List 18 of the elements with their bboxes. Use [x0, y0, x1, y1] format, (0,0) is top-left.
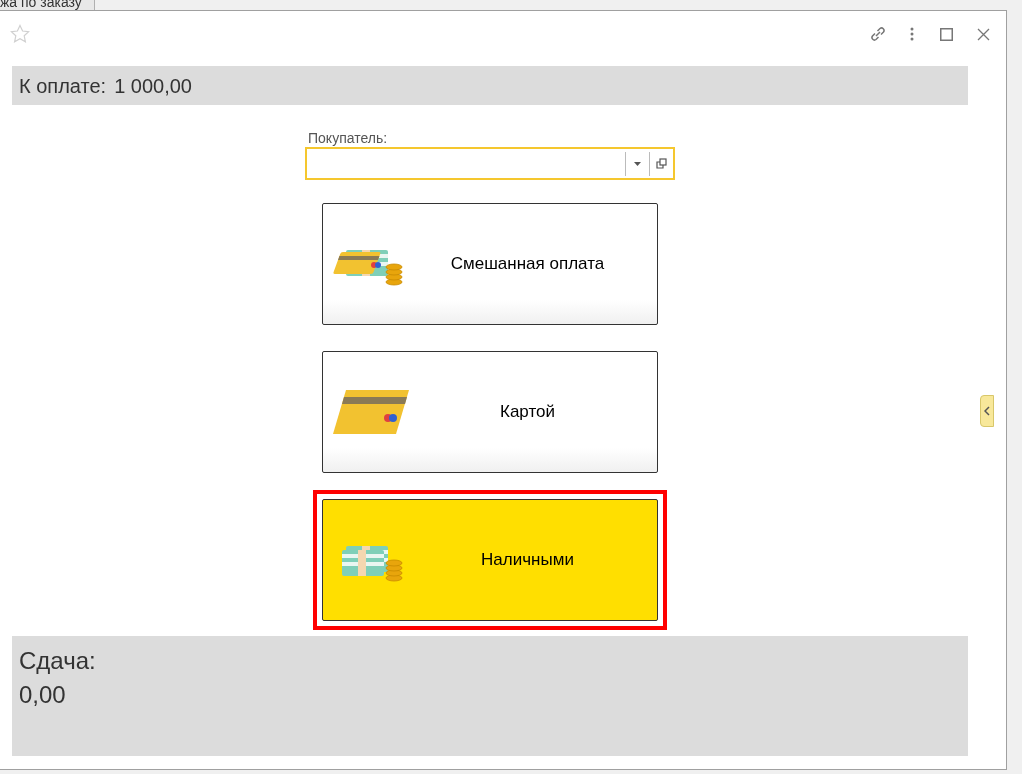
star-icon[interactable]: [10, 24, 30, 44]
collapse-handle[interactable]: [980, 395, 994, 427]
payment-option-button[interactable]: Картой: [322, 351, 658, 473]
maximize-icon[interactable]: [940, 27, 953, 41]
close-icon[interactable]: [977, 27, 990, 41]
payment-option-button[interactable]: Наличными: [322, 499, 658, 621]
open-icon[interactable]: [656, 158, 667, 169]
chevron-left-icon: [984, 406, 990, 416]
amount-due-label: К оплате:: [19, 73, 107, 99]
customer-field[interactable]: [305, 147, 675, 180]
dropdown-icon[interactable]: [634, 161, 641, 166]
link-icon[interactable]: [868, 24, 888, 44]
payment-option-button[interactable]: Смешанная оплата: [322, 203, 658, 325]
customer-label: Покупатель:: [308, 129, 389, 147]
change-label: Сдача:: [19, 646, 96, 676]
amount-due-value: 1 000,00: [114, 73, 192, 99]
more-icon[interactable]: [910, 27, 914, 41]
change-value: 0,00: [19, 680, 66, 710]
